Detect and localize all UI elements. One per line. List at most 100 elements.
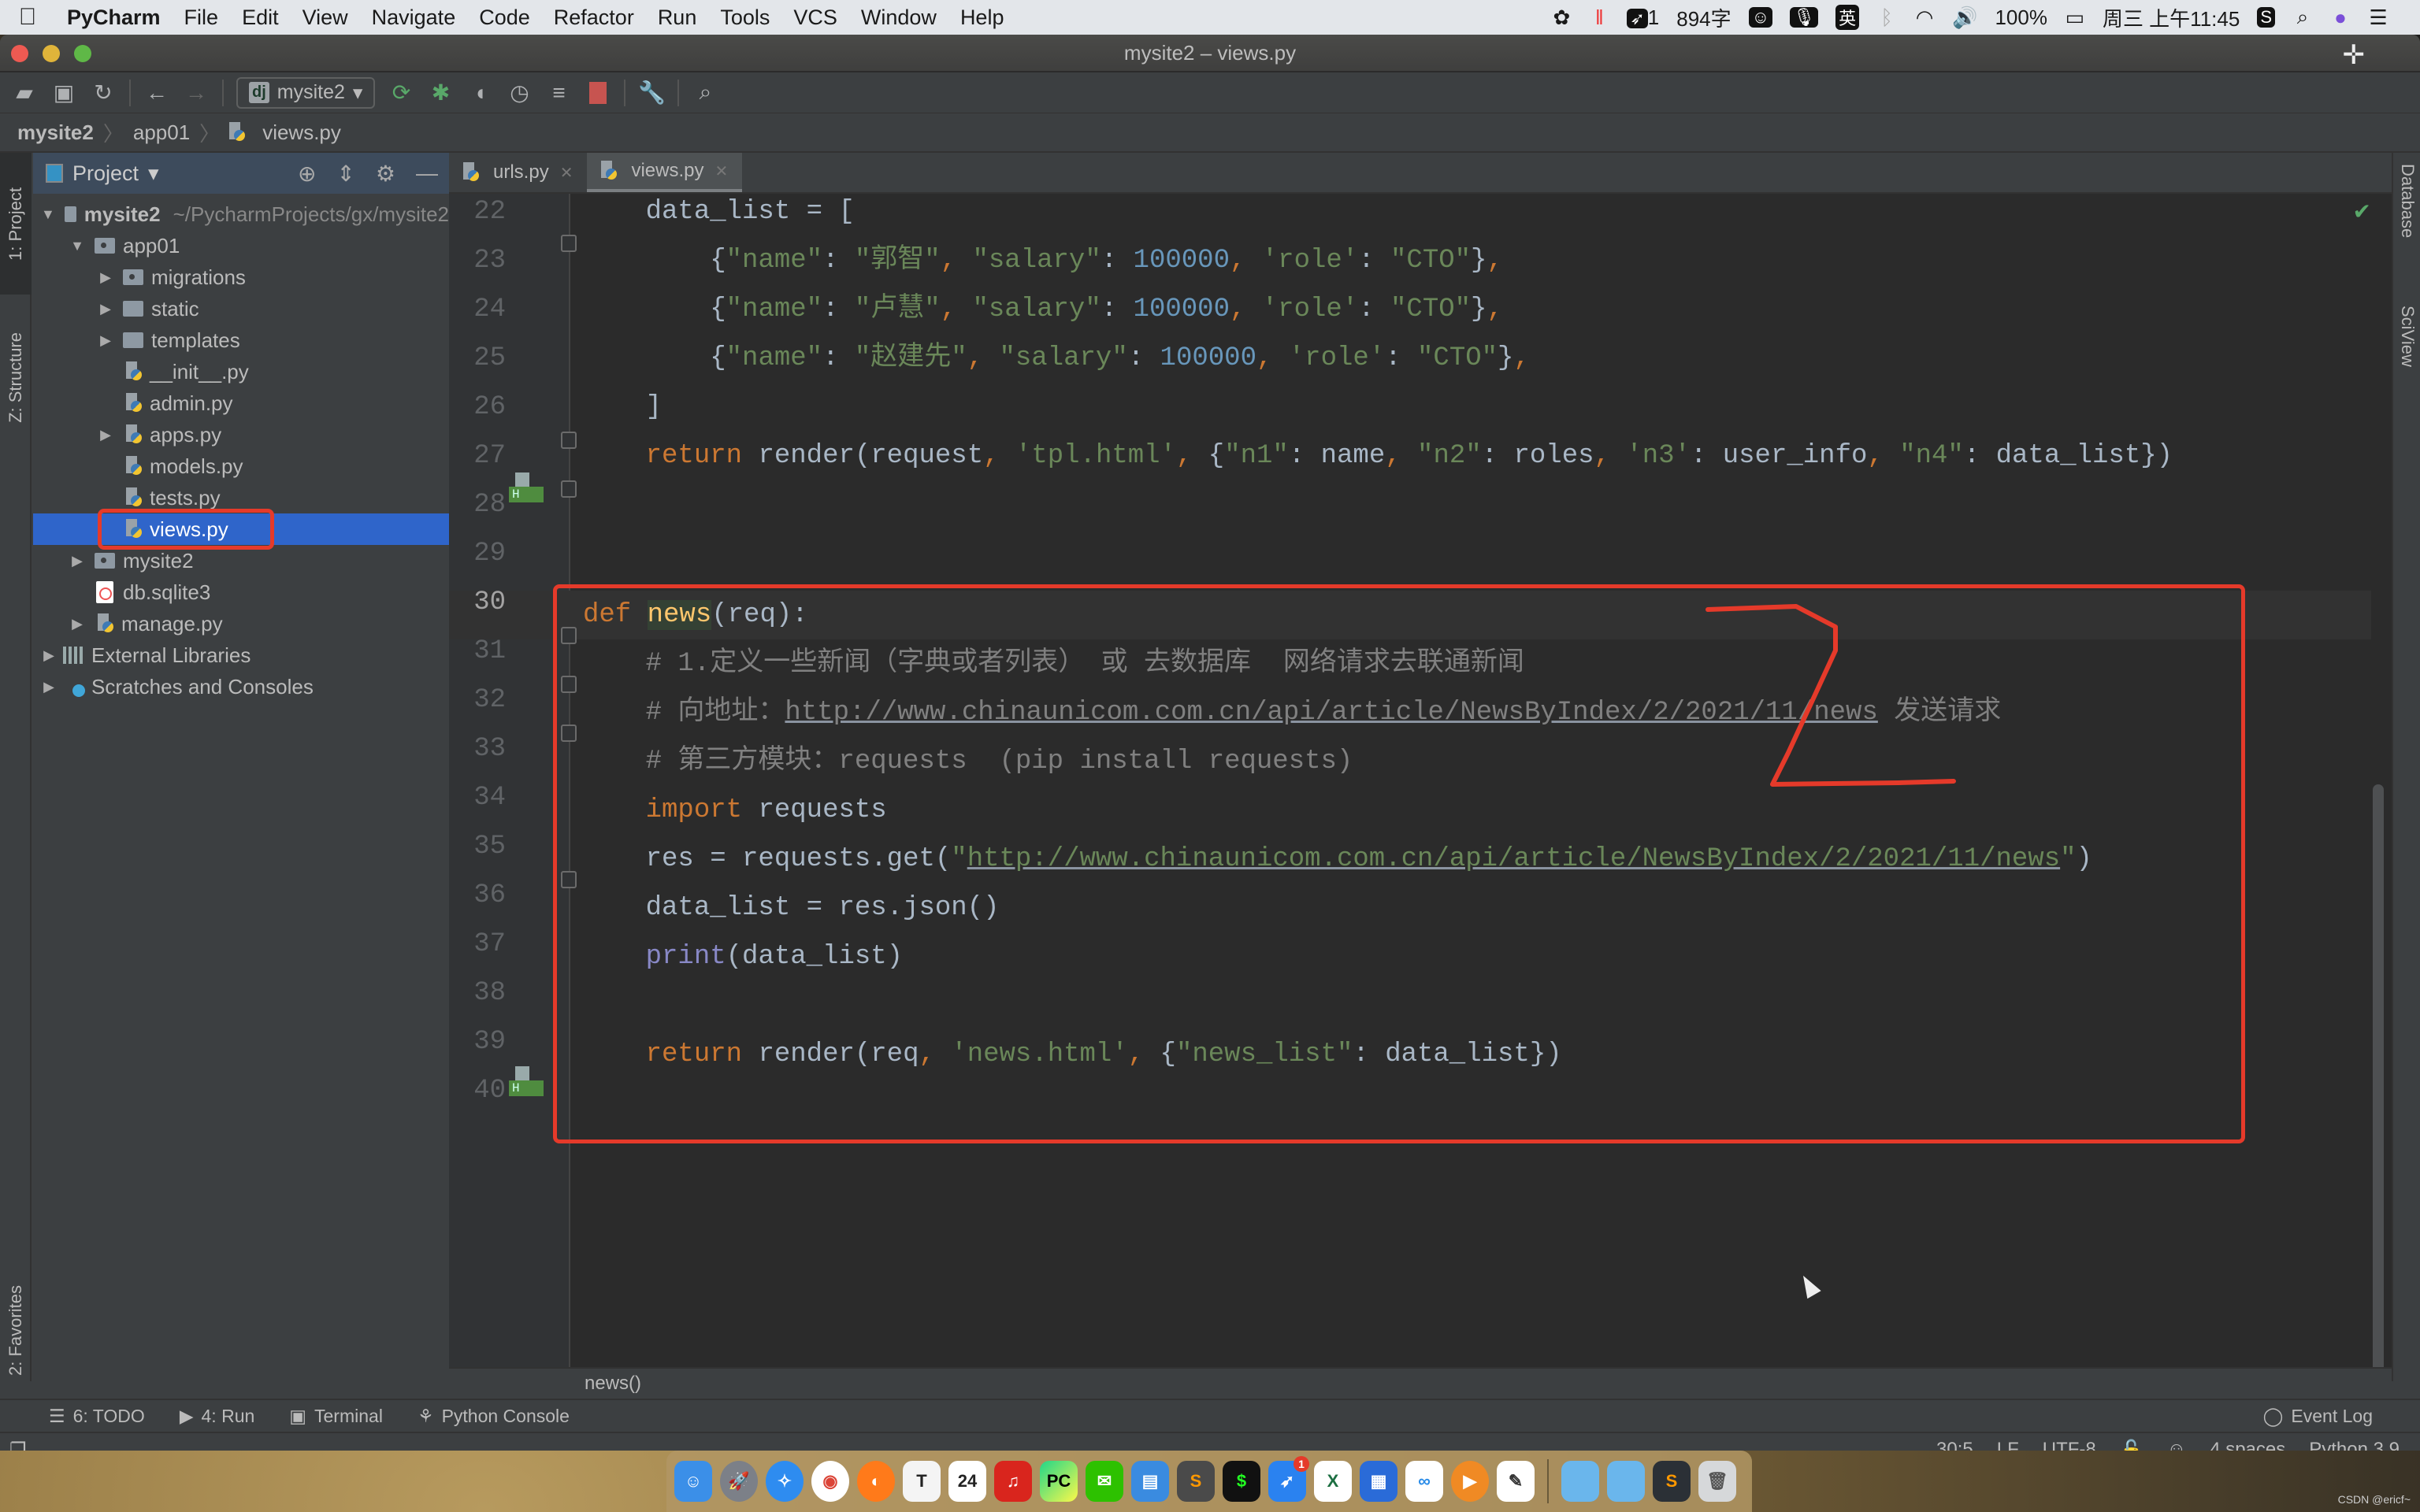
dock-parallels-icon[interactable]: ▦ — [1360, 1461, 1397, 1502]
dock-pycharm-icon[interactable]: PC — [1040, 1461, 1078, 1502]
menu-tools[interactable]: Tools — [708, 6, 781, 30]
dock-video-icon[interactable]: ▶ — [1451, 1461, 1489, 1502]
tree-item-scratches[interactable]: ▶ Scratches and Consoles — [33, 671, 449, 702]
fold-marker-icon[interactable] — [561, 676, 577, 693]
indent-setting[interactable]: 4 spaces — [2210, 1439, 2285, 1451]
collapsed-arrow-icon[interactable]: ▶ — [41, 679, 57, 695]
tree-item-static[interactable]: ▶ static — [33, 293, 449, 324]
dock-folder-icon[interactable] — [1607, 1461, 1645, 1502]
dock-firefox-icon[interactable]: ◐ — [857, 1461, 895, 1502]
tree-item-root[interactable]: ▼ mysite2 ~/PycharmProjects/gx/mysite2 — [33, 198, 449, 230]
tab-urls-py[interactable]: urls.py ✕ — [449, 153, 587, 192]
back-arrow-icon[interactable]: ← — [143, 80, 170, 106]
rerun-icon[interactable]: ⟳ — [388, 80, 414, 106]
breadcrumb-app01[interactable]: app01 — [133, 120, 190, 145]
baidu-cloud-icon[interactable]: ✿ — [1551, 6, 1572, 30]
dock-trash-icon[interactable]: 🗑 — [1698, 1461, 1736, 1502]
toggle-tool-windows-icon[interactable]: ❐ — [9, 1439, 27, 1451]
tree-item-mysite2-package[interactable]: ▶ mysite2 — [33, 545, 449, 576]
collapsed-arrow-icon[interactable]: ▶ — [98, 269, 113, 286]
volume-icon[interactable]: 🔊 — [1952, 6, 1977, 30]
collapsed-arrow-icon[interactable]: ▶ — [69, 616, 85, 632]
dock-typora-icon[interactable]: T — [903, 1461, 941, 1502]
dock-baidu-netdisk-icon[interactable]: ∞ — [1405, 1461, 1443, 1502]
fold-marker-icon[interactable] — [561, 432, 577, 449]
dock-wechat-icon[interactable]: ✉ — [1086, 1461, 1123, 1502]
apple-menu-icon[interactable]:  — [0, 4, 55, 31]
recording-icon[interactable]: ‖ — [1589, 6, 1609, 30]
concurrency-diagram-icon[interactable]: ≡ — [545, 80, 572, 106]
save-icon[interactable]: ▣ — [50, 80, 77, 106]
tool-button-event-log[interactable]: ◯ Event Log — [2263, 1406, 2373, 1427]
tool-tab-project[interactable]: 1: Project — [0, 153, 32, 295]
dock-terminal-icon[interactable]: $ — [1223, 1461, 1260, 1502]
dock-calendar-icon[interactable]: 24 — [948, 1461, 986, 1502]
run-configuration-select[interactable]: dj mysite2 ▾ — [236, 76, 376, 109]
menu-view[interactable]: View — [291, 6, 360, 30]
stop-icon[interactable] — [585, 80, 611, 106]
dock-excel-icon[interactable]: X — [1314, 1461, 1352, 1502]
menu-run[interactable]: Run — [646, 6, 709, 30]
tool-tab-favorites[interactable]: 2: Favorites — [0, 1271, 32, 1389]
close-tab-icon[interactable]: ✕ — [714, 161, 728, 181]
lark-icon[interactable]: ➶ 1 — [1627, 6, 1659, 30]
fold-marker-icon[interactable] — [561, 480, 577, 498]
tree-item-migrations[interactable]: ▶ migrations — [33, 261, 449, 293]
related-template-icon[interactable]: H — [509, 472, 544, 502]
function-breadcrumb[interactable]: news() — [449, 1367, 2392, 1399]
input-method-indicator[interactable]: 英 — [1835, 5, 1860, 30]
gear-icon[interactable]: ⚙ — [376, 161, 395, 187]
expand-arrow-icon[interactable]: ▼ — [41, 206, 55, 223]
breadcrumb-file[interactable]: views.py — [262, 120, 341, 145]
dock-finder-icon[interactable]: ☺ — [674, 1461, 712, 1502]
menu-help[interactable]: Help — [948, 6, 1016, 30]
expand-arrow-icon[interactable]: ▼ — [69, 238, 85, 254]
menu-code[interactable]: Code — [467, 6, 542, 30]
chevron-down-icon[interactable]: ▾ — [148, 161, 159, 186]
wrench-settings-icon[interactable]: 🔧 — [638, 80, 666, 106]
fold-marker-icon[interactable] — [561, 871, 577, 888]
sublime-menu-icon[interactable]: S — [2257, 7, 2275, 28]
dock-safari-icon[interactable]: ✧ — [766, 1461, 804, 1502]
project-view-selector[interactable]: Project — [72, 161, 139, 186]
fold-marker-icon[interactable] — [561, 235, 577, 252]
collapse-all-icon[interactable]: ⇕ — [336, 161, 354, 187]
dock-keynote-icon[interactable]: ▤ — [1131, 1461, 1169, 1502]
tree-item-templates[interactable]: ▶ templates — [33, 324, 449, 356]
search-icon[interactable]: ⌕ — [692, 80, 718, 106]
hide-panel-icon[interactable]: — — [416, 161, 438, 187]
tree-item-tests-py[interactable]: tests.py — [33, 482, 449, 513]
collapsed-arrow-icon[interactable]: ▶ — [98, 427, 113, 443]
dock-folder-icon[interactable] — [1561, 1461, 1599, 1502]
minimize-window-button[interactable] — [43, 45, 60, 62]
wifi-icon[interactable]: ◠ — [1914, 6, 1935, 30]
python-interpreter[interactable]: Python 3.9 — [2309, 1439, 2400, 1451]
tool-button-todo[interactable]: ☰ 6: TODO — [49, 1406, 145, 1427]
tree-item-manage-py[interactable]: ▶ manage.py — [33, 608, 449, 639]
menu-window[interactable]: Window — [849, 6, 948, 30]
profile-icon[interactable]: ◷ — [506, 80, 533, 106]
siri-icon[interactable]: ● — [2330, 6, 2351, 30]
tree-item-apps-py[interactable]: ▶ apps.py — [33, 419, 449, 450]
dock-chrome-icon[interactable]: ◉ — [811, 1461, 849, 1502]
menu-file[interactable]: File — [173, 6, 231, 30]
collapsed-arrow-icon[interactable]: ▶ — [98, 332, 113, 349]
emoji-icon[interactable]: ☺ — [1748, 7, 1773, 28]
tree-item-db-sqlite3[interactable]: db.sqlite3 — [33, 576, 449, 608]
debug-bug-icon[interactable]: ✱ — [427, 80, 454, 106]
run-with-coverage-icon[interactable]: ◖ — [466, 80, 493, 106]
code-editor[interactable]: 22 23 24 25 26 27 28 29 30 31 32 33 34 35 36 37 38 39 40 H… — [449, 194, 2392, 1367]
caret-position[interactable]: 30:5 — [1936, 1439, 1973, 1451]
dock-netease-music-icon[interactable]: ♫ — [994, 1461, 1032, 1502]
related-template-icon[interactable]: H — [509, 1066, 544, 1096]
close-window-button[interactable] — [11, 45, 28, 62]
fold-marker-icon[interactable] — [561, 627, 577, 644]
dock-sublime-icon[interactable]: S — [1177, 1461, 1215, 1502]
read-only-lock-icon[interactable]: 🔓 — [2120, 1439, 2143, 1451]
hector-inspector-icon[interactable]: ☺ — [2167, 1439, 2187, 1451]
tree-item-init-py[interactable]: __init__.py — [33, 356, 449, 387]
tool-tab-sciview[interactable]: SciView — [2393, 306, 2420, 367]
sync-icon[interactable]: ↻ — [90, 80, 117, 106]
microphone-icon[interactable]: 🎙 — [1790, 7, 1819, 28]
breadcrumb-project[interactable]: mysite2 — [17, 120, 94, 145]
